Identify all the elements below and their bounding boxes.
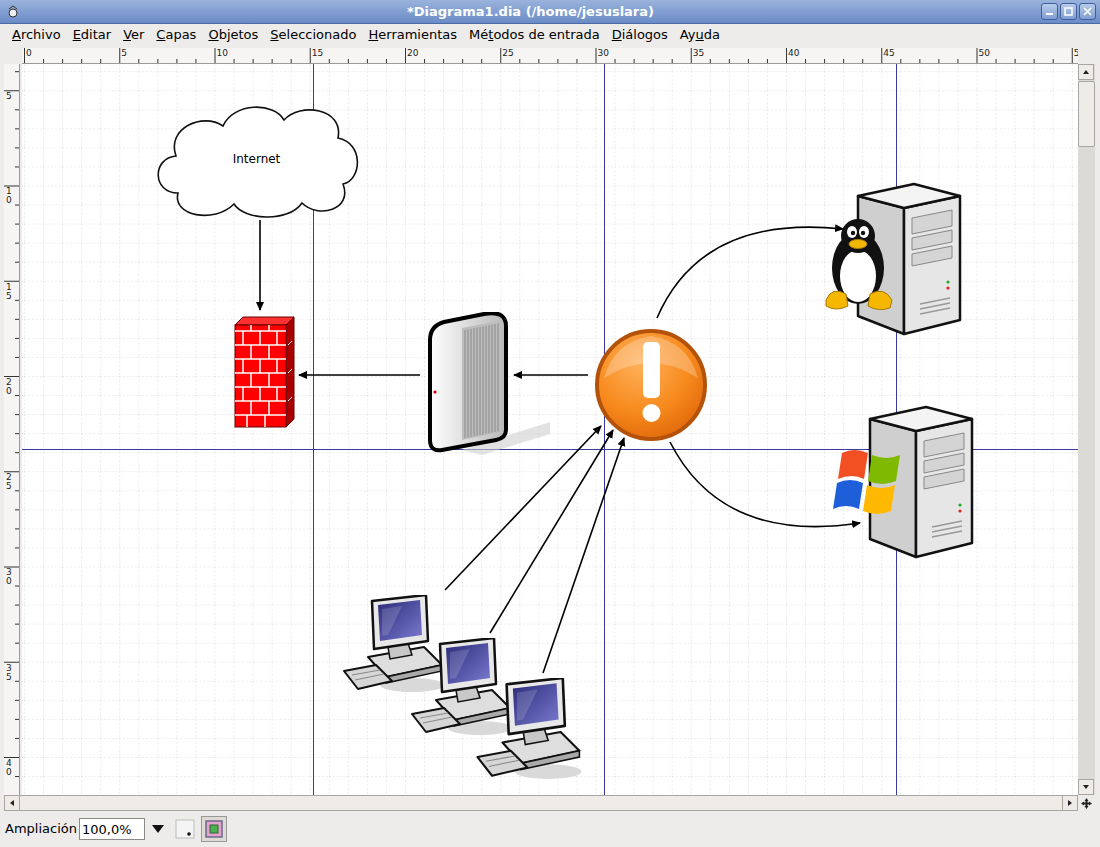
ruler-label: 40 [788, 48, 799, 59]
ruler-label: 40 [6, 759, 12, 777]
diagram-node[interactable] [475, 678, 585, 782]
maximize-button[interactable] [1060, 3, 1077, 20]
arrow-icon [1081, 67, 1091, 77]
window-title: *Diagrama1.dia (/home/jesuslara) [407, 2, 654, 22]
cloud-label: Internet [233, 153, 281, 165]
menu-item[interactable]: Ver [117, 26, 150, 44]
ruler-label: 5 [1074, 48, 1078, 59]
status-bar: Ampliación [0, 811, 1100, 847]
diagram-node[interactable] [588, 328, 716, 442]
connector-arrow[interactable] [514, 374, 588, 376]
workstation-icon[interactable] [342, 595, 447, 695]
vertical-scrollbar[interactable] [1078, 64, 1095, 795]
ruler-label: 45 [883, 48, 894, 59]
zoom-field[interactable] [79, 818, 145, 840]
cloud-node[interactable]: Internet [148, 98, 365, 222]
scroll-up-button[interactable] [1078, 64, 1094, 80]
connector-arrow[interactable] [490, 430, 613, 633]
scroll-left-button[interactable] [4, 795, 20, 811]
ruler-label: 15 [6, 283, 12, 301]
ruler-label: 15 [312, 48, 323, 59]
menu-item[interactable]: Métodos de entrada [463, 26, 606, 44]
navigation-button[interactable] [1078, 795, 1095, 811]
scroll-down-button[interactable] [1078, 779, 1094, 795]
menu-item[interactable]: Ayuda [674, 26, 726, 44]
horizontal-ruler: 0 5 10 15 20 25 30 35 40 45 50 5 [22, 48, 1078, 64]
dropdown-icon [152, 825, 164, 833]
ruler-label: 10 [6, 187, 12, 205]
menu-item[interactable]: Seleccionado [264, 26, 362, 44]
ruler-label: 35 [693, 48, 704, 59]
linux-server-icon[interactable] [820, 182, 964, 338]
zoom-dropdown-button[interactable] [147, 818, 169, 840]
snap-to-grid-toggle[interactable] [173, 817, 197, 841]
menu-item[interactable]: Herramientas [362, 26, 463, 44]
arrow-icon [7, 798, 17, 808]
navigation-icon [1081, 798, 1092, 809]
maximize-icon [1064, 7, 1073, 16]
connector-arrow[interactable] [543, 438, 624, 673]
diagram-node[interactable] [820, 182, 964, 338]
horizontal-scrollbar[interactable] [20, 795, 1062, 811]
connector-arrow[interactable] [299, 374, 420, 376]
menu-item[interactable]: Diálogos [606, 26, 674, 44]
menu-item[interactable]: Objetos [202, 26, 264, 44]
object-snap-icon [204, 819, 224, 839]
workstation-icon[interactable] [475, 678, 585, 782]
menu-item[interactable]: Archivo [6, 26, 67, 44]
minimize-button[interactable] [1041, 3, 1058, 20]
ruler-label: 20 [6, 378, 12, 396]
connector-arrow[interactable] [657, 227, 843, 318]
ruler-label: 0 [26, 48, 32, 59]
connector-arrow[interactable] [259, 220, 261, 310]
server-icon[interactable] [422, 312, 552, 455]
menu-item[interactable]: Editar [67, 26, 118, 44]
vertical-ruler: 5 10 15 20 25 30 35 40 [4, 64, 20, 795]
alert-icon[interactable] [588, 328, 716, 442]
diagram-node[interactable] [422, 312, 552, 455]
diagram-node[interactable]: Internet [148, 98, 365, 222]
arrow-icon [1081, 782, 1091, 792]
guide-line[interactable] [604, 64, 605, 795]
ruler-label: 25 [6, 473, 12, 491]
connector-arrow[interactable] [670, 442, 860, 527]
object-snap-toggle[interactable] [201, 816, 227, 842]
ruler-ticks-icon [4, 64, 20, 795]
arrow-icon [1065, 798, 1075, 808]
app-icon[interactable] [6, 5, 20, 19]
menu-item[interactable]: Capas [150, 26, 202, 44]
menu-bar: ArchivoEditarVerCapasObjetosSeleccionado… [0, 24, 1100, 46]
minimize-icon [1045, 7, 1054, 16]
diagram-node[interactable] [828, 403, 974, 560]
zoom-label: Ampliación [5, 819, 77, 839]
firewall-icon[interactable] [233, 315, 296, 428]
ruler-label: 5 [121, 48, 127, 59]
diagram-node[interactable] [342, 595, 447, 695]
diagram-node[interactable] [410, 638, 515, 738]
dia-window: *Diagrama1.dia (/home/jesuslara)ArchivoE… [0, 0, 1100, 847]
grid-snap-icon [175, 819, 195, 839]
scroll-thumb[interactable] [1078, 81, 1095, 147]
ruler-label: 30 [598, 48, 609, 59]
ruler-label: 20 [407, 48, 418, 59]
ruler-label: 50 [979, 48, 990, 59]
diagram-canvas[interactable]: Internet [22, 64, 1078, 795]
ruler-label: 5 [6, 92, 12, 101]
close-icon [1083, 7, 1092, 16]
title-bar[interactable]: *Diagrama1.dia (/home/jesuslara) [0, 0, 1100, 24]
diagram-node[interactable] [233, 315, 296, 428]
ruler-label: 30 [6, 568, 12, 586]
windows-server-icon[interactable] [828, 403, 974, 560]
ruler-label: 35 [6, 664, 12, 682]
scroll-right-button[interactable] [1062, 795, 1078, 811]
close-button[interactable] [1079, 3, 1096, 20]
ruler-label: 10 [217, 48, 228, 59]
ruler-ticks-icon [22, 48, 1078, 64]
workstation-icon[interactable] [410, 638, 515, 738]
ruler-label: 25 [502, 48, 513, 59]
